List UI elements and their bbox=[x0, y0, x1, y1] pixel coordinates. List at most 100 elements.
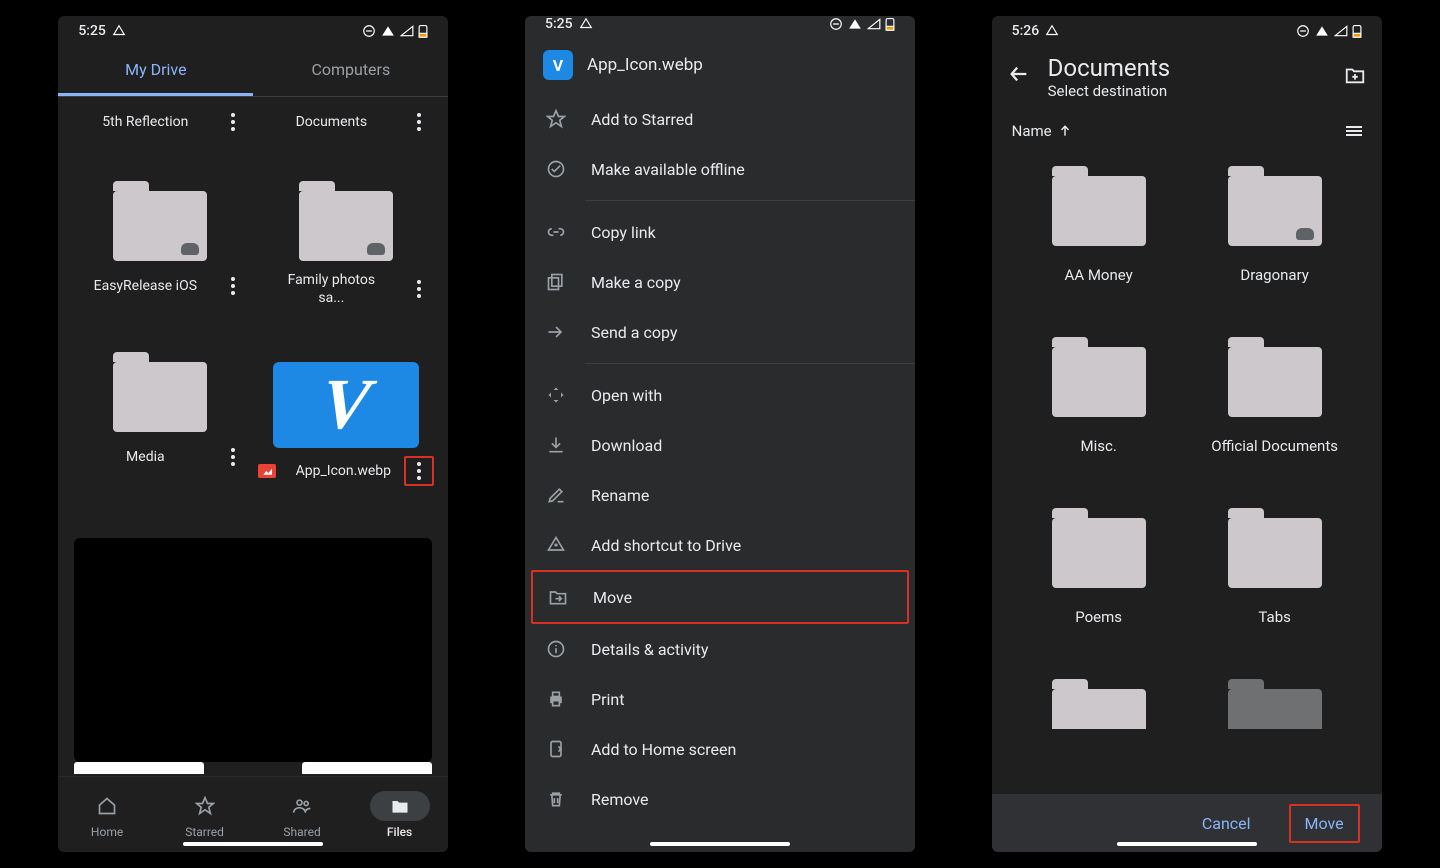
status-icons bbox=[829, 17, 895, 31]
menu-list: Add to Starred Make available offline Co… bbox=[525, 94, 915, 852]
folder-icon bbox=[1052, 518, 1146, 588]
folder-family-photos[interactable]: Family photos sa... bbox=[258, 191, 434, 344]
cancel-button[interactable]: Cancel bbox=[1188, 806, 1265, 841]
offline-icon bbox=[545, 159, 567, 179]
folder-partial-2[interactable] bbox=[1192, 689, 1358, 766]
folder-partial-1[interactable] bbox=[1016, 689, 1182, 766]
folder-misc[interactable]: Misc. bbox=[1016, 347, 1182, 492]
menu-print[interactable]: Print bbox=[525, 674, 915, 724]
home-icon bbox=[97, 796, 117, 816]
more-options-icon[interactable] bbox=[404, 107, 434, 137]
new-folder-icon[interactable] bbox=[1344, 64, 1366, 91]
sort-row: Name bbox=[992, 108, 1382, 148]
status-time: 5:25 bbox=[78, 23, 106, 39]
more-options-icon[interactable] bbox=[218, 107, 248, 137]
menu-open-with[interactable]: Open with bbox=[525, 370, 915, 420]
destination-subtitle: Select destination bbox=[1048, 82, 1326, 100]
menu-send-copy[interactable]: Send a copy bbox=[525, 307, 915, 357]
sheet-header: V App_Icon.webp bbox=[525, 32, 915, 94]
menu-home-screen[interactable]: Add to Home screen bbox=[525, 724, 915, 774]
move-button[interactable]: Move bbox=[1289, 804, 1360, 843]
folder-official-documents[interactable]: Official Documents bbox=[1192, 347, 1358, 492]
phone-icon bbox=[545, 739, 567, 759]
folder-icon bbox=[299, 191, 393, 261]
gesture-handle[interactable] bbox=[1117, 842, 1257, 846]
menu-details[interactable]: Details & activity bbox=[525, 624, 915, 674]
menu-download[interactable]: Download bbox=[525, 420, 915, 470]
menu-rename[interactable]: Rename bbox=[525, 470, 915, 520]
nav-starred[interactable]: Starred bbox=[156, 777, 254, 852]
folder-icon bbox=[1052, 689, 1146, 729]
copy-icon bbox=[545, 272, 567, 292]
nav-label: Files bbox=[387, 825, 412, 839]
menu-make-copy[interactable]: Make a copy bbox=[525, 257, 915, 307]
sheet-filename: App_Icon.webp bbox=[587, 55, 703, 75]
folder-label: Poems bbox=[1075, 608, 1122, 626]
bottom-nav: Home Starred Shared Files bbox=[58, 776, 448, 852]
destination-grid: AA Money Dragonary Misc. Official Docume… bbox=[992, 148, 1382, 794]
nav-shared[interactable]: Shared bbox=[253, 777, 351, 852]
more-options-icon[interactable] bbox=[404, 274, 434, 304]
file-type-icon: V bbox=[543, 50, 573, 80]
menu-label: Remove bbox=[591, 790, 649, 809]
folder-icon bbox=[1228, 176, 1322, 246]
drive-tabs: My Drive Computers bbox=[58, 46, 448, 97]
destination-title: Documents bbox=[1048, 54, 1326, 82]
nav-home[interactable]: Home bbox=[58, 777, 156, 852]
star-icon bbox=[195, 796, 215, 816]
menu-label: Move bbox=[593, 588, 632, 607]
menu-add-starred[interactable]: Add to Starred bbox=[525, 94, 915, 144]
shortcut-icon bbox=[545, 535, 567, 555]
partial-thumbnail bbox=[302, 762, 432, 774]
nav-files[interactable]: Files bbox=[351, 777, 449, 852]
gesture-handle[interactable] bbox=[650, 842, 790, 846]
menu-remove[interactable]: Remove bbox=[525, 774, 915, 824]
back-arrow-icon[interactable] bbox=[1008, 63, 1030, 91]
folder-icon bbox=[390, 796, 410, 816]
download-icon bbox=[545, 435, 567, 455]
folder-label: Tabs bbox=[1258, 608, 1290, 626]
rename-icon bbox=[545, 485, 567, 505]
folder-easyrelease[interactable]: EasyRelease iOS bbox=[72, 191, 248, 344]
sort-label: Name bbox=[1012, 122, 1052, 140]
folder-dragonary[interactable]: Dragonary bbox=[1192, 176, 1358, 321]
open-with-icon bbox=[545, 385, 567, 405]
folder-icon bbox=[1228, 518, 1322, 588]
menu-label: Add shortcut to Drive bbox=[591, 536, 741, 555]
gesture-handle[interactable] bbox=[183, 842, 323, 846]
screen-3-select-destination: 5:26 Documents Select destination Name bbox=[992, 16, 1382, 852]
more-options-icon[interactable] bbox=[218, 442, 248, 472]
folder-icon bbox=[1052, 176, 1146, 246]
menu-add-shortcut[interactable]: Add shortcut to Drive bbox=[525, 520, 915, 570]
menu-copy-link[interactable]: Copy link bbox=[525, 207, 915, 257]
folder-poems[interactable]: Poems bbox=[1016, 518, 1182, 663]
tab-computers[interactable]: Computers bbox=[253, 46, 448, 96]
star-icon bbox=[545, 109, 567, 129]
menu-offline[interactable]: Make available offline bbox=[525, 144, 915, 194]
folder-5th-reflection[interactable]: 5th Reflection bbox=[72, 107, 248, 173]
list-view-icon[interactable] bbox=[1346, 126, 1362, 136]
status-bar: 5:26 bbox=[992, 16, 1382, 46]
folder-aa-money[interactable]: AA Money bbox=[1016, 176, 1182, 321]
file-thumbnail-black[interactable] bbox=[74, 538, 432, 762]
menu-label: Rename bbox=[591, 486, 649, 505]
folder-media[interactable]: Media bbox=[72, 362, 248, 522]
send-icon bbox=[545, 322, 567, 342]
drive-icon bbox=[112, 24, 126, 38]
menu-divider bbox=[585, 200, 915, 201]
menu-divider bbox=[585, 363, 915, 364]
folder-documents[interactable]: Documents bbox=[258, 107, 434, 173]
folder-label: 5th Reflection bbox=[102, 113, 188, 131]
more-options-icon[interactable] bbox=[404, 456, 434, 486]
partial-thumbnail bbox=[74, 762, 204, 774]
sort-button[interactable]: Name bbox=[1012, 122, 1072, 140]
folder-icon bbox=[1052, 347, 1146, 417]
file-app-icon[interactable]: V App_Icon.webp bbox=[258, 362, 434, 522]
menu-move[interactable]: Move bbox=[531, 570, 909, 624]
folder-tabs[interactable]: Tabs bbox=[1192, 518, 1358, 663]
drive-icon bbox=[1045, 24, 1059, 38]
folder-label: Dragonary bbox=[1240, 266, 1309, 284]
tab-my-drive[interactable]: My Drive bbox=[58, 46, 253, 96]
info-icon bbox=[545, 639, 567, 659]
more-options-icon[interactable] bbox=[218, 271, 248, 301]
